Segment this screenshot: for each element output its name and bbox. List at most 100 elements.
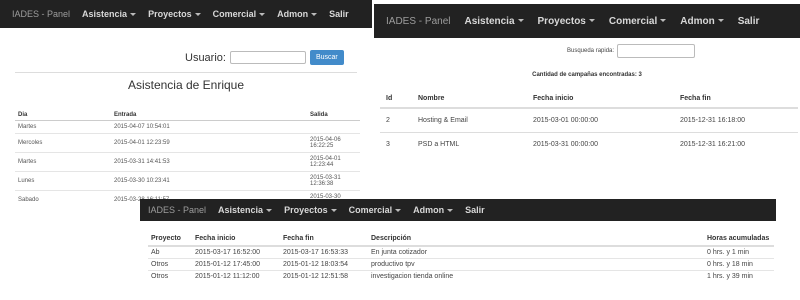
nav-label: Asistencia xyxy=(82,9,128,19)
table-cell: productivo tpv xyxy=(368,258,704,271)
table-cell: 2015-12-31 16:18:00 xyxy=(674,107,798,133)
table-cell: Hosting & Email xyxy=(412,107,527,133)
caret-down-icon xyxy=(588,19,595,23)
column-header: Id xyxy=(380,90,412,109)
caret-down-icon xyxy=(330,209,337,213)
table-cell: 3 xyxy=(380,132,412,156)
column-header: Proyecto xyxy=(148,232,192,247)
nav-label: Proyectos xyxy=(284,205,328,215)
nav-label: Admon xyxy=(680,15,715,27)
column-header: Fecha fin xyxy=(280,232,368,247)
nav-comercial[interactable]: Comercial xyxy=(213,9,266,19)
nav-label: Asistencia xyxy=(218,205,264,215)
campaigns-table: Id Nombre Fecha inicio Fecha fin 2 Hostin… xyxy=(380,90,798,156)
column-header: Dia xyxy=(15,110,111,121)
nav-proyectos[interactable]: Proyectos xyxy=(284,205,337,215)
table-cell: Lunes xyxy=(15,171,111,191)
table-cell: PSD a HTML xyxy=(412,132,527,156)
table-cell: Ab xyxy=(148,245,192,259)
brand-link[interactable]: IADES - Panel xyxy=(148,205,206,215)
table-cell: 2015-01-12 18:03:54 xyxy=(280,258,368,271)
nav-label: Proyectos xyxy=(148,9,192,19)
table-cell: 2015-04-01 12:23:59 xyxy=(111,133,307,153)
table-cell: 2015-03-01 00:00:00 xyxy=(527,107,674,133)
nav-comercial[interactable]: Comercial xyxy=(349,205,402,215)
nav-admon[interactable]: Admon xyxy=(680,15,724,27)
quick-search-label: Busqueda rapida: xyxy=(567,48,615,54)
column-header: Horas acumuladas xyxy=(704,232,774,247)
table-row: Otros 2015-01-12 11:12:00 2015-01-12 12:51… xyxy=(148,270,774,282)
search-button[interactable]: Buscar xyxy=(309,50,344,65)
nav-comercial[interactable]: Comercial xyxy=(609,16,667,27)
nav-label: Admon xyxy=(413,205,445,215)
nav-label: Comercial xyxy=(212,9,257,19)
nav-proyectos[interactable]: Proyectos xyxy=(148,9,201,19)
campaigns-screenshot: IADES - Panel Asistencia Proyectos Comer… xyxy=(374,0,800,200)
caret-down-icon xyxy=(259,13,266,17)
nav-label: Asistencia xyxy=(464,15,515,27)
brand-link[interactable]: IADES - Panel xyxy=(386,16,450,27)
navbar: IADES - Panel Asistencia Proyectos Comer… xyxy=(140,199,776,221)
caret-down-icon xyxy=(311,13,318,17)
divider xyxy=(15,72,357,73)
quick-search-form: Busqueda rapida: xyxy=(567,44,696,58)
column-header: Entrada xyxy=(111,110,307,121)
table-cell: 2015-03-31 12:36:38 xyxy=(307,171,360,191)
nav-proyectos[interactable]: Proyectos xyxy=(538,16,595,27)
table-cell: 2015-01-12 11:12:00 xyxy=(192,270,280,282)
caret-down-icon xyxy=(660,19,667,23)
quick-search-input[interactable] xyxy=(617,44,696,58)
brand-link[interactable]: IADES - Panel xyxy=(12,9,70,19)
column-header: Salida xyxy=(307,110,360,121)
nav-asistencia[interactable]: Asistencia xyxy=(82,9,137,19)
table-cell: 0 hrs. y 1 min xyxy=(704,245,774,259)
nav-admon[interactable]: Admon xyxy=(413,205,454,215)
campaign-count: Cantidad de campañas encontradas: 3 xyxy=(532,72,642,78)
caret-down-icon xyxy=(447,209,454,213)
column-header: Fecha fin xyxy=(674,90,798,109)
table-cell: Otros xyxy=(148,258,192,271)
table-row: Ab 2015-03-17 16:52:00 2015-03-17 16:53:33… xyxy=(148,245,774,259)
table-cell: 2015-03-31 14:41:53 xyxy=(111,152,307,172)
nav-asistencia[interactable]: Asistencia xyxy=(464,15,524,27)
nav-salir[interactable]: Salir xyxy=(738,16,760,27)
nav-admon[interactable]: Admon xyxy=(277,9,318,19)
table-cell xyxy=(307,120,360,134)
nav-asistencia[interactable]: Asistencia xyxy=(218,205,273,215)
table-header-row: Proyecto Fecha inicio Fecha fin Descripc… xyxy=(148,232,774,247)
table-row: Lunes 2015-03-30 10:23:41 2015-03-31 12:36… xyxy=(15,171,360,191)
table-cell: Sabado xyxy=(15,190,111,205)
navbar: IADES - Panel Asistencia Proyectos Comer… xyxy=(0,0,372,28)
table-cell: 2 xyxy=(380,107,412,133)
table-header-row: Dia Entrada Salida xyxy=(15,110,360,121)
caret-down-icon xyxy=(717,19,724,23)
nav-salir[interactable]: Salir xyxy=(329,9,349,19)
table-cell: 2015-04-01 12:23:44 xyxy=(307,152,360,172)
project-hours-screenshot: IADES - Panel Asistencia Proyectos Comer… xyxy=(140,199,800,300)
nav-salir[interactable]: Salir xyxy=(465,205,485,215)
caret-down-icon xyxy=(194,13,201,17)
table-cell: 0 hrs. y 18 min xyxy=(704,258,774,271)
page-title: Asistencia de Enrique xyxy=(127,78,245,92)
column-header: Descripción xyxy=(368,232,704,247)
caret-down-icon xyxy=(130,13,137,17)
nav-label: Admon xyxy=(277,9,309,19)
navbar: IADES - Panel Asistencia Proyectos Comer… xyxy=(374,4,800,38)
table-cell: 2015-04-06 16:22:25 xyxy=(307,133,360,153)
user-search-form: Usuario: Buscar xyxy=(185,50,344,65)
user-search-input[interactable] xyxy=(229,51,306,64)
attendance-table: Dia Entrada Salida Martes 2015-04-07 10:5… xyxy=(15,110,360,205)
table-row: Martes 2015-04-07 10:54:01 xyxy=(15,120,360,134)
table-cell: Martes xyxy=(15,120,111,134)
table-cell: 2015-03-17 16:53:33 xyxy=(280,245,368,259)
table-cell: 2015-03-30 10:23:41 xyxy=(111,171,307,191)
table-cell: 2015-03-31 00:00:00 xyxy=(527,132,674,156)
table-cell: 2015-01-12 17:45:00 xyxy=(192,258,280,271)
caret-down-icon xyxy=(395,209,402,213)
table-row: Otros 2015-01-12 17:45:00 2015-01-12 18:03… xyxy=(148,258,774,271)
column-header: Nombre xyxy=(412,90,527,109)
table-cell: 2015-04-07 10:54:01 xyxy=(111,120,307,134)
column-header: Fecha inicio xyxy=(527,90,674,109)
attendance-screenshot: IADES - Panel Asistencia Proyectos Comer… xyxy=(0,0,372,205)
table-header-row: Id Nombre Fecha inicio Fecha fin xyxy=(380,90,798,109)
